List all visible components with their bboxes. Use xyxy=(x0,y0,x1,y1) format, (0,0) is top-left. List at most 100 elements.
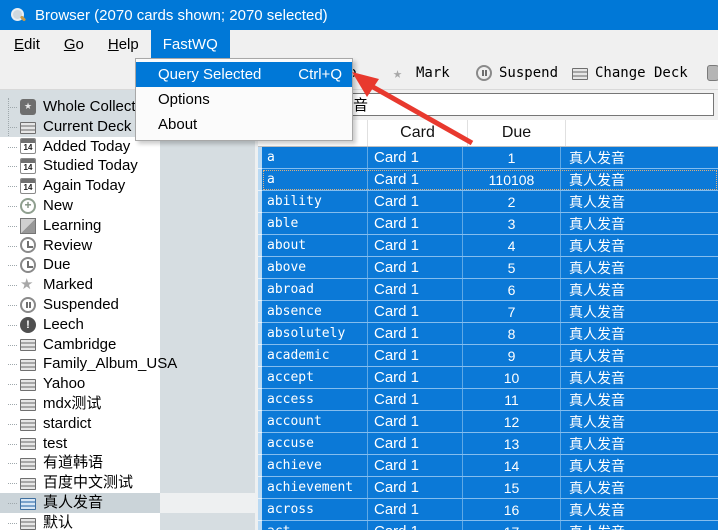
table-row[interactable]: achieve Card 1 14 真人发音 xyxy=(262,455,718,477)
sidebar-item-again-today[interactable]: Again Today xyxy=(0,176,160,196)
table-row[interactable]: ability Card 1 2 真人发音 xyxy=(262,191,718,213)
table-row[interactable]: about Card 1 4 真人发音 xyxy=(262,235,718,257)
header-card[interactable]: Card xyxy=(368,120,468,146)
sidebar-item-test[interactable]: test xyxy=(0,434,160,454)
deck-icon xyxy=(20,379,36,391)
shortcut-label: Ctrl+Q xyxy=(298,66,342,83)
deck-cell: 真人发音 xyxy=(561,389,708,410)
sidebar-item-cambridge[interactable]: Cambridge xyxy=(0,335,160,355)
menu-fastwq[interactable]: FastWQ xyxy=(151,30,230,58)
due-cell: 11 xyxy=(463,389,561,410)
sidebar-item-studied-today[interactable]: Studied Today xyxy=(0,156,160,176)
due-cell: 13 xyxy=(463,433,561,454)
menu-item-about[interactable]: About xyxy=(136,112,352,137)
sidebar-item-new[interactable]: New xyxy=(0,196,160,216)
sort-field-cell: abroad xyxy=(262,279,368,300)
table-row[interactable]: abroad Card 1 6 真人发音 xyxy=(262,279,718,301)
sidebar-item-marked[interactable]: Marked xyxy=(0,275,160,295)
table-row[interactable]: accept Card 1 10 真人发音 xyxy=(262,367,718,389)
clock-icon xyxy=(20,257,36,273)
menu-edit[interactable]: Edit xyxy=(2,30,52,58)
fastwq-dropdown-menu: Query Selected Ctrl+Q Options About xyxy=(135,58,353,141)
cal-icon xyxy=(20,178,36,194)
sort-field-cell: absolutely xyxy=(262,323,368,344)
header-due[interactable]: Due xyxy=(468,120,566,146)
star-icon xyxy=(393,65,409,81)
sidebar-item-real-voice[interactable]: 真人发音 xyxy=(0,493,160,513)
table-row[interactable]: academic Card 1 9 真人发音 xyxy=(262,345,718,367)
due-cell: 17 xyxy=(463,521,561,530)
sidebar-item-learning[interactable]: Learning xyxy=(0,216,160,236)
due-cell: 4 xyxy=(463,235,561,256)
table-row[interactable]: accuse Card 1 13 真人发音 xyxy=(262,433,718,455)
sidebar-item-youdao-korean[interactable]: 有道韩语 xyxy=(0,453,160,473)
card-cell: Card 1 xyxy=(368,367,463,388)
table-row[interactable]: across Card 1 16 真人发音 xyxy=(262,499,718,521)
sidebar-tree: Whole Collection Current Deck Added Toda… xyxy=(0,97,160,530)
due-cell: 110108 xyxy=(463,169,561,190)
deck-icon xyxy=(20,399,36,411)
sidebar-item-baidu-chinese[interactable]: 百度中文测试 xyxy=(0,473,160,493)
deck-cell: 真人发音 xyxy=(561,279,708,300)
deck-icon xyxy=(20,458,36,470)
cal-icon xyxy=(20,138,36,154)
sidebar-item-due[interactable]: Due xyxy=(0,255,160,275)
sidebar-item-leech[interactable]: Leech xyxy=(0,315,160,335)
card-cell: Card 1 xyxy=(368,521,463,530)
sidebar-item-yahoo[interactable]: Yahoo xyxy=(0,374,160,394)
menu-item-query-selected[interactable]: Query Selected Ctrl+Q xyxy=(136,62,352,87)
sidebar-item-default[interactable]: 默认 xyxy=(0,513,160,530)
table-row[interactable]: able Card 1 3 真人发音 xyxy=(262,213,718,235)
deck-cell: 真人发音 xyxy=(561,499,708,520)
table-row[interactable]: achievement Card 1 15 真人发音 xyxy=(262,477,718,499)
menu-help[interactable]: Help xyxy=(96,30,151,58)
menu-bar: EditGoHelpFastWQ xyxy=(0,30,718,58)
deck-cell: 真人发音 xyxy=(561,455,708,476)
sort-field-cell: about xyxy=(262,235,368,256)
card-cell: Card 1 xyxy=(368,213,463,234)
table-row[interactable]: above Card 1 5 真人发音 xyxy=(262,257,718,279)
due-cell: 3 xyxy=(463,213,561,234)
menu-item-options[interactable]: Options xyxy=(136,87,352,112)
deck-cell: 真人发音 xyxy=(561,301,708,322)
deck-cell: 真人发音 xyxy=(561,257,708,278)
deck-icon xyxy=(20,419,36,431)
card-cell: Card 1 xyxy=(368,169,463,190)
header-deck[interactable] xyxy=(566,120,718,146)
sidebar-item-family-album-usa[interactable]: Family_Album_USA xyxy=(0,354,160,374)
due-cell: 2 xyxy=(463,191,561,212)
sidebar-item-mdx-test[interactable]: mdx测试 xyxy=(0,394,160,414)
pause-icon xyxy=(20,297,36,313)
table-row[interactable]: absence Card 1 7 真人发音 xyxy=(262,301,718,323)
sort-field-cell: a xyxy=(262,169,368,190)
card-cell: Card 1 xyxy=(368,235,463,256)
table-row[interactable]: absolutely Card 1 8 真人发音 xyxy=(262,323,718,345)
due-cell: 7 xyxy=(463,301,561,322)
card-cell: Card 1 xyxy=(368,301,463,322)
toolbar-button-change-deck[interactable]: Change Deck xyxy=(572,65,688,81)
deck-cell: 真人发音 xyxy=(561,213,708,234)
menu-go[interactable]: Go xyxy=(52,30,96,58)
toolbar-button-edge[interactable] xyxy=(707,65,718,81)
star-icon xyxy=(20,277,36,293)
card-cell: Card 1 xyxy=(368,257,463,278)
table-row[interactable]: account Card 1 12 真人发音 xyxy=(262,411,718,433)
table-row[interactable]: access Card 1 11 真人发音 xyxy=(262,389,718,411)
table-row[interactable]: act Card 1 17 真人发音 xyxy=(262,521,718,530)
deck-cell: 真人发音 xyxy=(561,169,708,190)
card-cell: Card 1 xyxy=(368,323,463,344)
toolbar-button-mark[interactable]: Mark xyxy=(393,65,450,81)
sidebar-item-review[interactable]: Review xyxy=(0,236,160,256)
tag-icon xyxy=(707,65,718,81)
sidebar-item-stardict[interactable]: stardict xyxy=(0,414,160,434)
table-row[interactable]: a Card 1 1 真人发音 xyxy=(262,147,718,169)
magnifier-icon xyxy=(10,7,26,23)
table-row[interactable]: a Card 1 110108 真人发音 xyxy=(262,169,718,191)
deck-cell: 真人发音 xyxy=(561,367,708,388)
sidebar-item-suspended[interactable]: Suspended xyxy=(0,295,160,315)
due-cell: 6 xyxy=(463,279,561,300)
deck-cell: 真人发音 xyxy=(561,235,708,256)
sort-field-cell: account xyxy=(262,411,368,432)
toolbar-button-suspend[interactable]: Suspend xyxy=(476,65,558,81)
pause-icon xyxy=(476,65,492,81)
